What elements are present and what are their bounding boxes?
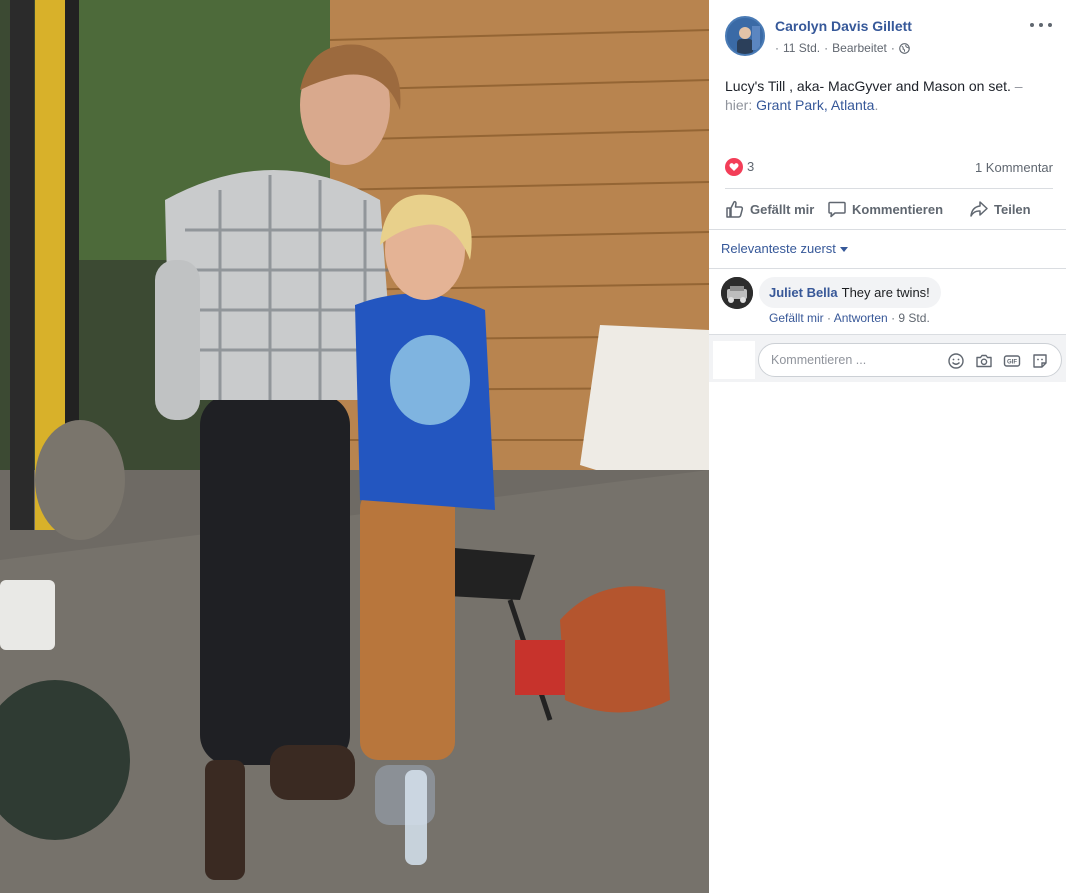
camera-icon[interactable] (975, 352, 993, 370)
comment-dot: · (827, 311, 832, 325)
like-button[interactable]: Gefällt mir (725, 194, 814, 224)
reactions-bar: 3 1 Kommentar (725, 157, 1053, 177)
like-icon (726, 200, 744, 218)
chevron-down-icon (839, 246, 848, 252)
sort-label: Relevanteste zuerst (721, 241, 836, 256)
comment-dot: · (891, 311, 896, 325)
comment-reply-link[interactable]: Antworten (834, 311, 888, 325)
location-link-grant-park[interactable]: Grant Park (756, 97, 824, 113)
photo-illustration (0, 0, 709, 893)
share-icon (970, 201, 988, 217)
current-user-avatar (713, 341, 755, 379)
comment-time[interactable]: 9 Std. (898, 311, 929, 325)
post-time[interactable]: 11 Std. (783, 41, 820, 55)
love-reaction-icon[interactable] (725, 158, 743, 176)
post-photo[interactable] (0, 0, 709, 893)
edited-label[interactable]: Bearbeitet (832, 41, 887, 55)
facebook-photo-viewer: Carolyn Davis Gillett · 11 Std. · Bearbe… (0, 0, 1066, 893)
location-link-atlanta[interactable]: Atlanta (831, 97, 875, 113)
location-separator: , (823, 97, 831, 113)
comment-button[interactable]: Kommentieren (827, 194, 943, 224)
comment-actions: Gefällt mir · Antworten · 9 Std. (769, 311, 930, 325)
share-label: Teilen (994, 201, 1031, 217)
author-avatar[interactable] (725, 16, 765, 56)
comment-count-link[interactable]: 1 Kommentar (975, 160, 1053, 175)
post-meta: · 11 Std. · Bearbeitet · (775, 41, 910, 55)
comment-icon (828, 201, 846, 218)
svg-text:GIF: GIF (1007, 360, 1017, 366)
sticker-icon[interactable] (1031, 352, 1049, 370)
commenter-name[interactable]: Juliet Bella (769, 285, 838, 300)
comment-input-box[interactable]: GIF (758, 343, 1062, 377)
meta-dot: · (824, 41, 829, 55)
comment-text: They are twins! (841, 285, 930, 300)
post-actions: Gefällt mir Kommentieren Teilen (721, 194, 1057, 224)
post-header: Carolyn Davis Gillett · 11 Std. · Bearbe… (709, 0, 1066, 70)
share-button[interactable]: Teilen (969, 194, 1031, 224)
meta-dot: · (890, 41, 895, 55)
meta-dot: · (775, 41, 779, 55)
commenter-avatar-image (721, 277, 753, 309)
post-side-panel: Carolyn Davis Gillett · 11 Std. · Bearbe… (709, 0, 1066, 893)
author-avatar-image (727, 18, 763, 54)
commenter-avatar[interactable] (721, 277, 753, 309)
comment-input[interactable] (771, 351, 931, 369)
caption-dash: – (1010, 78, 1023, 94)
comment-sort-dropdown[interactable]: Relevanteste zuerst (721, 241, 848, 256)
emoji-icon[interactable] (947, 352, 965, 370)
gif-icon[interactable]: GIF (1003, 352, 1021, 370)
divider (709, 229, 1066, 230)
post-caption: Lucy's Till , aka- MacGyver and Mason on… (725, 77, 1055, 115)
comment-composer: GIF (709, 334, 1066, 382)
comment-like-link[interactable]: Gefällt mir (769, 311, 824, 325)
comment-label: Kommentieren (852, 201, 944, 217)
divider (709, 268, 1066, 269)
reaction-count[interactable]: 3 (747, 159, 754, 174)
divider (725, 188, 1053, 189)
author-name[interactable]: Carolyn Davis Gillett (775, 18, 912, 34)
like-label: Gefällt mir (750, 201, 815, 217)
globe-icon[interactable] (899, 42, 910, 54)
caption-text: Lucy's Till , aka- MacGyver and Mason on… (725, 78, 1011, 94)
comment-bubble: Juliet Bella They are twins! (759, 277, 941, 308)
more-options-icon[interactable] (1030, 17, 1052, 33)
location-prefix: hier: (725, 97, 753, 113)
location-end: . (874, 97, 879, 113)
comment-item: Juliet Bella They are twins! Gefällt mir… (721, 277, 1061, 333)
